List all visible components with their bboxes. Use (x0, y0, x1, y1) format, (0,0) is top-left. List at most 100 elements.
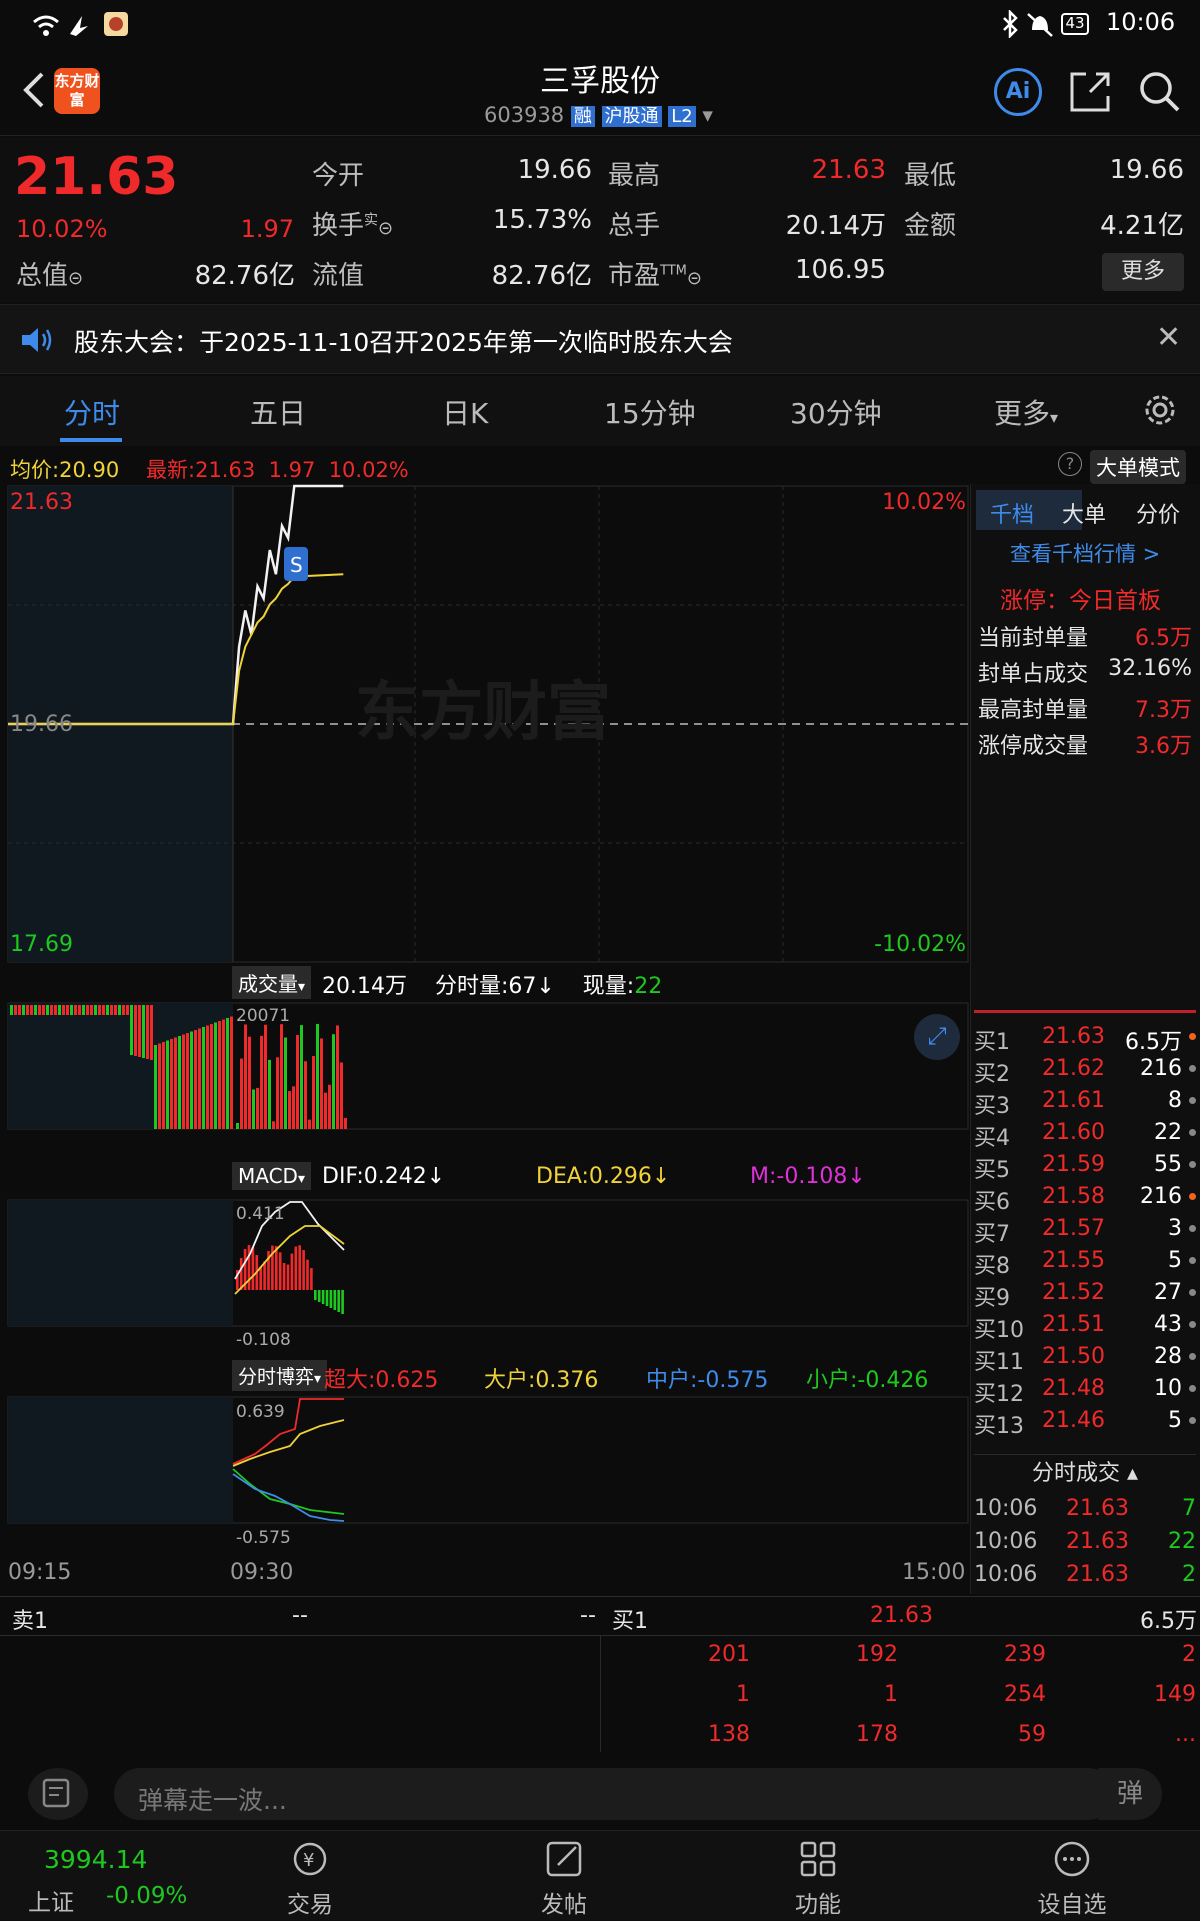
game-min-label: -0.575 (236, 1528, 291, 1548)
macd-bar (286, 1264, 290, 1290)
bid-row[interactable]: 买8 21.55 5 (974, 1248, 1196, 1280)
limit-stat-value: 3.6万 (1135, 734, 1192, 759)
bid-level: 买8 (974, 1254, 1010, 1279)
help-icon[interactable]: ? (1058, 452, 1082, 476)
back-icon[interactable] (14, 68, 54, 112)
danmu-list-icon[interactable] (28, 1768, 88, 1820)
small-line (232, 1468, 345, 1515)
bid-price: 21.58 (1042, 1184, 1105, 1209)
gear-icon[interactable] (1140, 390, 1180, 430)
bid-row[interactable]: 买6 21.58 216 (974, 1184, 1196, 1216)
game-mid: 中户:-0.575 (646, 1368, 769, 1393)
nav-post[interactable]: 发帖 (504, 1837, 624, 1919)
macd-bar (337, 1290, 340, 1312)
big-order-mode-button[interactable]: 大单模式 (1090, 450, 1186, 484)
tab-intraday[interactable]: 分时 (64, 392, 120, 432)
bid-level: 买10 (974, 1318, 1024, 1343)
tab-five-day[interactable]: 五日 (250, 392, 306, 432)
volume-bar (122, 1005, 125, 1015)
bid-row[interactable]: 买7 21.57 3 (974, 1216, 1196, 1248)
tab-more[interactable]: 更多▾ (994, 392, 1058, 432)
bid-row[interactable]: 买10 21.51 43 (974, 1312, 1196, 1344)
nav-trade[interactable]: ¥ 交易 (250, 1837, 370, 1919)
limit-stat-value: 7.3万 (1135, 698, 1192, 723)
volume-bar (106, 1005, 109, 1015)
volume-bar (328, 1084, 331, 1129)
volume-bar (118, 1005, 121, 1015)
volume-bar (280, 1024, 283, 1129)
tab-15min[interactable]: 15分钟 (604, 392, 696, 432)
bid-row[interactable]: 买13 21.46 5 (974, 1408, 1196, 1440)
volume-bar (284, 1037, 287, 1129)
expand-icon[interactable]: ⤢ (914, 1014, 960, 1060)
volume-bar (244, 1024, 247, 1129)
game-max-label: 0.639 (236, 1402, 285, 1422)
volume-bar (272, 1121, 275, 1129)
macd-bar (290, 1253, 294, 1290)
more-button[interactable]: 更多 (1102, 253, 1184, 291)
bid-dot (1189, 1289, 1196, 1296)
volume-bar (304, 1061, 307, 1129)
info-icon[interactable]: ⊝ (68, 268, 83, 289)
bid-dot (1189, 1129, 1196, 1136)
bid-dot (1189, 1225, 1196, 1232)
ticks-title[interactable]: 分时成交 ▴ (974, 1454, 1196, 1490)
game-indicator-select[interactable]: 分时博弈▾ (232, 1360, 328, 1391)
tick-price: 21.63 (1066, 1562, 1129, 1587)
volume-bar (62, 1005, 65, 1015)
queue-order: 254 (1004, 1682, 1046, 1707)
volume-bar (10, 1005, 13, 1015)
bid-row[interactable]: 买5 21.59 55 (974, 1152, 1196, 1184)
volume-bar (38, 1005, 41, 1015)
close-icon[interactable]: ✕ (1156, 323, 1181, 353)
side-tab-price[interactable]: 分价 (1136, 497, 1180, 529)
bid-level: 买6 (974, 1190, 1010, 1215)
side-tab-big-order[interactable]: 大单 (1062, 497, 1106, 529)
share-icon[interactable] (1068, 70, 1112, 114)
danmu-toggle-button[interactable]: 弹 (1098, 1768, 1162, 1820)
bid-row[interactable]: 买2 21.62 216 (974, 1056, 1196, 1088)
volume-label: 总手 (608, 211, 661, 241)
nav-functions[interactable]: 功能 (758, 1837, 878, 1919)
macd-bar (321, 1290, 325, 1304)
index-name: 上证 (28, 1890, 74, 1916)
volume-bar (214, 1022, 217, 1129)
search-icon[interactable] (1138, 70, 1182, 114)
info-icon[interactable]: ⊝ (687, 268, 702, 289)
avg-price: 20.90 (59, 458, 120, 482)
bid-row[interactable]: 买3 21.61 8 (974, 1088, 1196, 1120)
danmu-bar: 弹幕走一波... 弹 (0, 1756, 1200, 1830)
macd-bar (278, 1252, 282, 1290)
volume-bar (70, 1005, 73, 1015)
index-widget[interactable]: 3994.14 上证 -0.09% (0, 1831, 190, 1921)
view-depth-link[interactable]: 查看千档行情 > (1010, 538, 1160, 568)
nav-add-watchlist[interactable]: 设自选 (1012, 1837, 1132, 1919)
bid-row[interactable]: 买11 21.50 28 (974, 1344, 1196, 1376)
chevron-down-icon[interactable]: ▾ (702, 103, 713, 127)
volume-bar (186, 1033, 189, 1129)
macd-max-label: 0.411 (236, 1204, 285, 1224)
high-value: 21.63 (811, 155, 886, 185)
large-line (232, 1419, 345, 1467)
info-icon[interactable]: ⊝ (378, 218, 393, 239)
pe-label: 市盈TTM⊝ (608, 261, 702, 291)
intraday-chart[interactable]: 东方财富 S (0, 484, 972, 1594)
ai-button[interactable]: Ai (994, 68, 1042, 116)
tab-daily-k[interactable]: 日K (442, 392, 488, 432)
sell-marker-label: S (290, 553, 303, 577)
macd-indicator-select[interactable]: MACD▾ (232, 1162, 311, 1190)
bid-row[interactable]: 买4 21.60 22 (974, 1120, 1196, 1152)
volume-indicator-select[interactable]: 成交量▾ (232, 966, 312, 999)
danmu-input[interactable]: 弹幕走一波... (114, 1768, 1114, 1820)
volume-bar (236, 1123, 239, 1129)
bid-row[interactable]: 买9 21.52 27 (974, 1280, 1196, 1312)
side-tab-depth[interactable]: 千档 (990, 497, 1034, 529)
queue-order: 138 (708, 1722, 750, 1747)
bid-row[interactable]: 买12 21.48 10 (974, 1376, 1196, 1408)
volume-bar (82, 1005, 85, 1015)
bid-volume: 6.5万 (1125, 1030, 1182, 1055)
tab-30min[interactable]: 30分钟 (790, 392, 882, 432)
notice-bar[interactable]: 股东大会：于2025-11-10召开2025年第一次临时股东大会 ✕ (0, 304, 1200, 374)
bid-dot (1189, 1161, 1196, 1168)
bid-row[interactable]: 买1 21.63 6.5万 (974, 1024, 1196, 1056)
